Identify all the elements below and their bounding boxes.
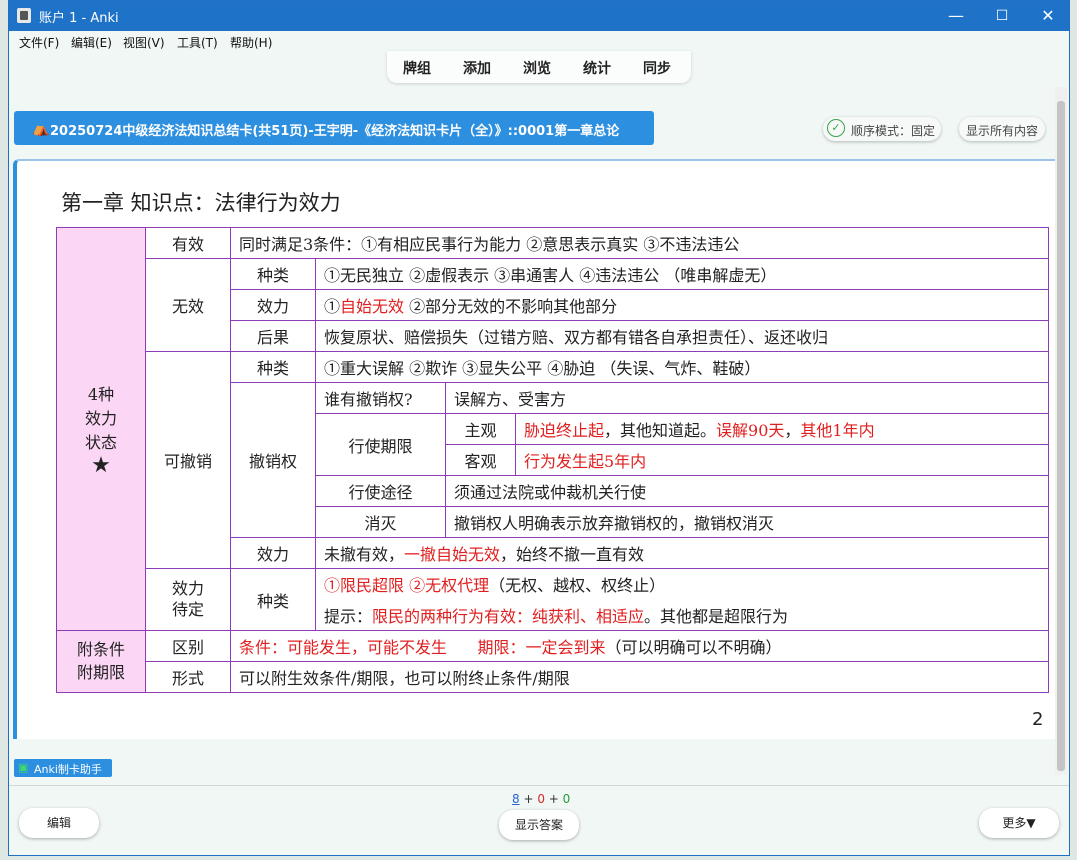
- menu-bar: 文件(F) 编辑(E) 视图(V) 工具(T) 帮助(H): [9, 31, 1069, 51]
- card-helper-button[interactable]: ▣ Anki制卡助手: [14, 759, 112, 777]
- helper-label: Anki制卡助手: [34, 763, 102, 776]
- close-button[interactable]: ✕: [1025, 1, 1069, 31]
- close-icon: ✕: [1041, 6, 1055, 25]
- bottom-bar: 8 + 0 + 0 编辑 显示答案 更多▼: [9, 785, 1069, 855]
- toolbar-add[interactable]: 添加: [463, 58, 491, 78]
- table-row: 可撤销 种类 ①重大误解 ②欺诈 ③显失公平 ④胁迫 （失误、气炸、鞋破）: [57, 351, 1049, 569]
- condition-term-cell: 附条件 附期限: [56, 630, 146, 693]
- star-icon: ★: [91, 452, 111, 478]
- anki-app-icon: [17, 8, 31, 23]
- knowledge-table: 4种 效力 状态 ★ 有效 同时满足3条件：①有相应民事行为能力 ②意思表示真实…: [56, 227, 1049, 693]
- vertical-scrollbar[interactable]: [1055, 87, 1067, 775]
- table-row: 4种 效力 状态 ★ 有效 同时满足3条件：①有相应民事行为能力 ②意思表示真实…: [56, 227, 1049, 631]
- learn-count: 0: [537, 792, 545, 806]
- main-toolbar: 牌组 添加 浏览 统计 同步: [387, 51, 691, 83]
- maximize-icon: ☐: [995, 8, 1009, 24]
- page-number: 2: [1032, 709, 1044, 730]
- table-row: 形式 可以附生效条件/期限，也可以附终止条件/期限: [57, 661, 1049, 693]
- title-bar[interactable]: 账户 1 - Anki — ☐ ✕: [9, 1, 1069, 31]
- check-circle-icon: ✓: [827, 119, 845, 137]
- show-answer-button[interactable]: 显示答案: [499, 810, 579, 840]
- deck-title-bar[interactable]: ⛺ 20250724中级经济法知识总结卡(共51页)-王宇明-《经济法知识卡片（…: [14, 111, 654, 145]
- toolbar-sync[interactable]: 同步: [643, 58, 671, 78]
- menu-view[interactable]: 视图(V): [123, 34, 165, 51]
- minimize-icon: —: [948, 6, 964, 25]
- show-all-button[interactable]: 显示所有内容: [959, 117, 1045, 141]
- scrollbar-thumb[interactable]: [1057, 101, 1065, 771]
- maximize-button[interactable]: ☐: [979, 1, 1025, 31]
- due-counts: 8 + 0 + 0: [512, 792, 571, 806]
- card-heading: 第一章 知识点：法律行为效力: [61, 191, 341, 215]
- show-all-label: 显示所有内容: [966, 124, 1039, 138]
- edit-button[interactable]: 编辑: [19, 808, 99, 838]
- menu-file[interactable]: 文件(F): [19, 34, 59, 51]
- new-count: 8: [512, 792, 520, 806]
- more-button[interactable]: 更多▼: [979, 808, 1059, 838]
- menu-edit[interactable]: 编辑(E): [71, 34, 112, 51]
- toolbar-stats[interactable]: 统计: [583, 58, 611, 78]
- minimize-button[interactable]: —: [933, 1, 979, 31]
- effect-states-cell: 4种 效力 状态 ★: [56, 227, 146, 631]
- card-frame: 第一章 知识点：法律行为效力 4种 效力 状态 ★ 有效 同时满足3条件：①有相…: [13, 159, 1059, 739]
- toolbar-browse[interactable]: 浏览: [523, 58, 551, 78]
- table-row: 附条件 附期限 区别 条件：可能发生，可能不发生 期限：一定会到来（可以明确可以…: [56, 630, 1049, 693]
- deck-name: 20250724中级经济法知识总结卡(共51页)-王宇明-《经济法知识卡片（全）…: [50, 124, 620, 139]
- review-count: 0: [562, 792, 571, 806]
- window-title: 账户 1 - Anki: [39, 11, 119, 26]
- tent-icon: ⛺: [32, 121, 50, 137]
- table-row: 无效 种类 ①无民独立 ②虚假表示 ③串通害人 ④违法违公 （唯串解虚无）: [57, 258, 1049, 352]
- menu-tools[interactable]: 工具(T): [177, 34, 218, 51]
- card-content: 第一章 知识点：法律行为效力 4种 效力 状态 ★ 有效 同时满足3条件：①有相…: [29, 167, 1049, 730]
- order-mode-label: 顺序模式：固定: [851, 124, 936, 138]
- wechat-icon: ▣: [18, 761, 29, 774]
- table-row: 效力 待定 种类 ①限民超限 ②无权代理（无权、越权、权终止）: [57, 568, 1049, 631]
- toolbar-decks[interactable]: 牌组: [403, 58, 431, 78]
- menu-help[interactable]: 帮助(H): [230, 34, 272, 51]
- anki-window: 账户 1 - Anki — ☐ ✕ 文件(F) 编辑(E) 视图(V) 工具(T…: [8, 0, 1070, 856]
- order-mode-toggle[interactable]: ✓ 顺序模式：固定: [823, 117, 941, 141]
